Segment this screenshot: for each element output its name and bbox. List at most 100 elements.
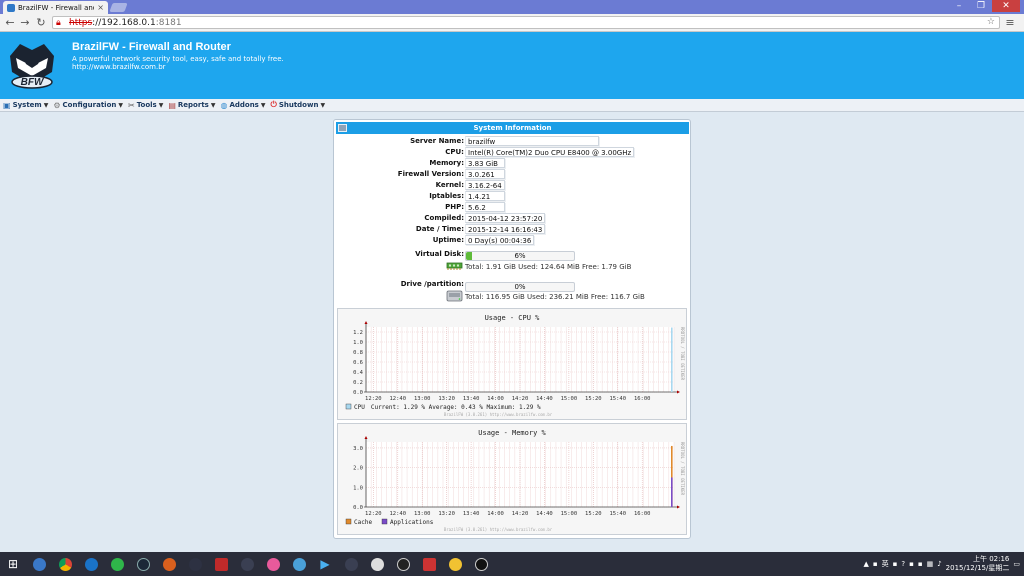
app-icon-18[interactable] [468,553,494,575]
menu-shutdown-label: Shutdown [278,101,319,109]
info-value: 5.6.2 [465,202,505,212]
menu-configuration[interactable]: ⚙ Configuration ▼ [53,101,123,110]
memory-usage-chart: Usage - Memory % 0.0 1.0 2.0 3.0 12:20 12:40 13… [345,429,685,532]
menu-reports[interactable]: ▤ Reports ▼ [168,101,215,110]
system-tray: ▲ ▪ 英 ▪ ? ▪ ▪ ▦ ♪ 上午 02:16 2015/12/15/星期… [863,552,1024,576]
app-icon-11[interactable] [286,553,312,575]
browser-tab[interactable]: BrazilFW - Firewall and R × [3,1,108,14]
url-host: 192.168.0.1 [101,17,156,28]
steam-icon[interactable] [130,553,156,575]
tray-icon[interactable]: ▪ [918,560,923,568]
x-tick-label: 14:40 [536,511,553,517]
app-icon-8[interactable] [208,553,234,575]
app-icon-6[interactable] [156,553,182,575]
new-tab-button[interactable] [109,3,128,12]
tray-icon[interactable]: ▪ [909,560,914,568]
menu-addons[interactable]: ◍ Addons ▼ [220,101,265,110]
back-arrow-icon[interactable]: ← [4,16,16,29]
reload-icon[interactable]: ↻ [35,16,47,29]
app-icon-7[interactable] [182,553,208,575]
info-value: brazilfw [465,136,599,146]
url-port: :8181 [155,17,182,28]
menu-system[interactable]: ▣ System ▼ [3,101,48,110]
help-icon[interactable]: ? [901,560,905,568]
close-window-icon[interactable]: ✕ [992,0,1020,12]
app-icon-15[interactable] [390,553,416,575]
ime-indicator[interactable]: 英 [882,559,889,569]
x-tick-label: 13:20 [438,396,455,402]
app-icon-16[interactable] [416,553,442,575]
info-label: Server Name: [410,137,464,145]
chart-side-label: RRDTOOL / TOBI OETIKER [680,327,685,381]
x-tick-label: 14:00 [487,396,504,402]
info-row-php: PHP: 5.6.2 [334,202,690,213]
x-tick-label: 15:00 [561,396,578,402]
info-row-uptime: Uptime: 0 Day(s) 00:04:36 [334,235,690,246]
info-label: PHP: [445,203,464,211]
tray-icon[interactable]: ▪ [893,560,898,568]
tray-expand-icon[interactable]: ▲ [863,560,868,568]
info-label: Memory: [429,159,464,167]
app-icon-3[interactable] [78,553,104,575]
y-tick-label: 0.2 [353,380,363,386]
x-axis-arrow [677,390,680,394]
y-tick-label: 0.8 [353,350,363,356]
chart-title: Usage - CPU % [485,314,541,322]
system-clock[interactable]: 上午 02:16 2015/12/15/星期二 [946,555,1010,573]
info-label: CPU: [445,148,464,156]
info-label: Kernel: [435,181,464,189]
app-icon-1[interactable] [26,553,52,575]
menu-tools[interactable]: ✂ Tools ▼ [128,101,163,110]
info-label: Compiled: [424,214,464,222]
close-tab-icon[interactable]: × [97,3,104,12]
site-url: http://www.brazilfw.com.br [72,63,166,71]
x-tick-label: 15:40 [609,511,626,517]
x-tick-label: 13:00 [414,511,431,517]
network-icon[interactable]: ▦ [927,560,934,568]
play-icon[interactable]: ▶ [312,553,338,575]
start-button[interactable]: ⊞ [0,553,26,575]
line-chat-icon[interactable] [104,553,130,575]
app-icon-14[interactable] [364,553,390,575]
bookmark-star-icon[interactable]: ☆ [987,17,995,27]
info-value: 1.4.21 [465,191,505,201]
site-subtitle: A powerful network security tool, easy, … [72,55,284,63]
app-icon-17[interactable] [442,553,468,575]
tray-icon[interactable]: ▪ [873,560,878,568]
app-icon-13[interactable] [338,553,364,575]
gear-icon: ⚙ [53,100,61,110]
legend-entry: CPU Current: 1.29 % Average: 0.43 % Maxim… [354,404,541,411]
y-tick-label: 3.0 [353,446,363,452]
y-tick-label: 0.0 [353,390,363,396]
notifications-icon[interactable]: ▭ [1013,560,1020,568]
monitor-icon: ▣ [3,100,11,110]
chart-side-label: RRDTOOL / TOBI OETIKER [680,442,685,496]
info-label: Iptables: [429,192,464,200]
y-tick-label: 0.6 [353,360,363,366]
address-bar[interactable]: 🔒︎ https://192.168.0.1:8181 ☆ [52,16,1000,29]
data-bar-cpu [671,327,673,392]
x-tick-label: 14:20 [512,396,529,402]
info-value: 3.83 GiB [465,158,505,168]
chrome-icon[interactable] [52,553,78,575]
app-icon-10[interactable] [260,553,286,575]
info-value: 2015-04-12 23:57:20 [465,213,546,223]
forward-arrow-icon[interactable]: → [19,16,31,29]
minimize-icon[interactable]: – [948,0,970,12]
hard-drive-icon [446,290,463,302]
x-tick-label: 12:20 [365,511,382,517]
caret-down-icon: ▼ [210,101,216,109]
caret-down-icon: ▼ [260,101,266,109]
x-tick-label: 15:20 [585,511,602,517]
maximize-icon[interactable]: ❐ [970,0,992,12]
info-label: Uptime: [432,236,464,244]
menu-shutdown[interactable]: ⏻ Shutdown ▼ [270,100,325,110]
cpu-usage-graph: Usage - CPU % 0.0 0.2 0.4 0.6 0.8 1.0 1.2 12:20 1… [337,308,687,420]
x-tick-label: 13:40 [463,511,480,517]
site-header: BFW BrazilFW - Firewall and Router A pow… [0,32,1024,99]
main-menu: ▣ System ▼ ⚙ Configuration ▼ ✂ Tools ▼ ▤ Report… [0,99,1024,112]
volume-icon[interactable]: ♪ [937,560,941,568]
app-icon-9[interactable] [234,553,260,575]
menu-hamburger-icon[interactable]: ≡ [1004,16,1016,29]
legend-swatch [345,518,352,525]
